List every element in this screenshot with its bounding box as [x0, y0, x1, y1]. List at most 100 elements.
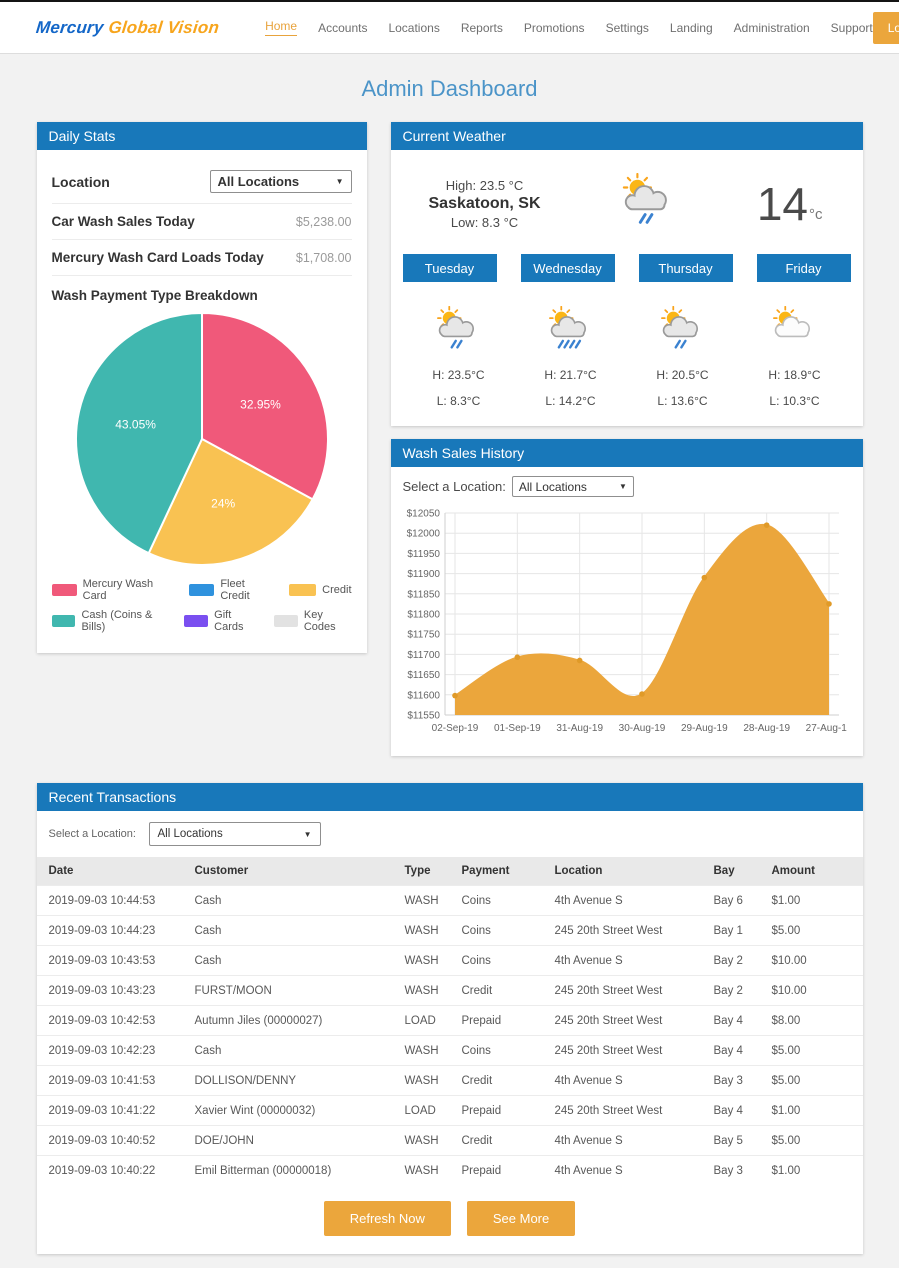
- stat-row-card-loads: Mercury Wash Card Loads Today $1,708.00: [52, 240, 352, 276]
- svg-text:$11900: $11900: [407, 569, 440, 580]
- table-cell: Prepaid: [450, 1096, 543, 1126]
- transactions-table: DateCustomerTypePaymentLocationBayAmount…: [37, 857, 863, 1185]
- nav-item-locations[interactable]: Locations: [388, 21, 439, 35]
- table-row: 2019-09-03 10:42:23CashWASHCoins245 20th…: [37, 1036, 863, 1066]
- table-cell: WASH: [393, 916, 450, 946]
- nav-item-settings[interactable]: Settings: [606, 21, 649, 35]
- recent-transactions-panel: Recent Transactions Select a Location: A…: [37, 783, 863, 1254]
- forecast-day-button-friday[interactable]: Friday: [757, 254, 851, 282]
- legend-item: Fleet Credit: [189, 578, 273, 602]
- table-cell: Coins: [450, 946, 543, 976]
- nav-item-accounts[interactable]: Accounts: [318, 21, 367, 35]
- forecast-cell-thursday: H: 20.5°C L: 13.6°C: [627, 296, 739, 408]
- svg-text:$11650: $11650: [407, 670, 440, 681]
- nav-item-reports[interactable]: Reports: [461, 21, 503, 35]
- sun-rain-cloud-icon: [627, 302, 739, 358]
- nav-item-administration[interactable]: Administration: [734, 21, 810, 35]
- nav-item-landing[interactable]: Landing: [670, 21, 713, 35]
- refresh-now-button[interactable]: Refresh Now: [324, 1201, 451, 1236]
- forecast-day-button-wednesday[interactable]: Wednesday: [521, 254, 615, 282]
- sales-history-header: Wash Sales History: [391, 439, 863, 467]
- table-cell: Bay 4: [702, 1006, 760, 1036]
- current-weather-panel: Current Weather High: 23.5 °C Saskatoon,…: [391, 122, 863, 426]
- see-more-button[interactable]: See More: [467, 1201, 575, 1236]
- stat-value: $5,238.00: [296, 215, 352, 229]
- svg-text:27-Aug-19: 27-Aug-19: [805, 723, 846, 734]
- breakdown-title: Wash Payment Type Breakdown: [52, 288, 352, 303]
- table-cell: FURST/MOON: [183, 976, 393, 1006]
- svg-text:$11550: $11550: [407, 711, 440, 722]
- chevron-down-icon: ▼: [304, 830, 312, 839]
- transactions-location-select[interactable]: All Locations ▼: [149, 822, 321, 846]
- legend-item: Gift Cards: [184, 609, 258, 633]
- table-row: 2019-09-03 10:44:23CashWASHCoins245 20th…: [37, 916, 863, 946]
- table-cell: 4th Avenue S: [543, 1066, 702, 1096]
- logout-button[interactable]: Logout: [873, 12, 899, 44]
- table-cell: 245 20th Street West: [543, 1036, 702, 1066]
- brand-logo-part2: Global Vision: [103, 18, 221, 37]
- stat-row-wash-sales: Car Wash Sales Today $5,238.00: [52, 204, 352, 240]
- table-cell: Xavier Wint (00000032): [183, 1096, 393, 1126]
- table-cell: 2019-09-03 10:42:23: [37, 1036, 183, 1066]
- brand-logo-part1: Mercury: [35, 18, 105, 37]
- main-content: Admin Dashboard Daily Stats Location All…: [37, 76, 863, 1254]
- table-cell: Coins: [450, 886, 543, 916]
- table-cell: $1.00: [760, 1096, 863, 1126]
- weather-header: Current Weather: [391, 122, 863, 150]
- table-row: 2019-09-03 10:40:52DOE/JOHNWASHCredit4th…: [37, 1126, 863, 1156]
- svg-text:$11700: $11700: [407, 650, 440, 661]
- table-cell: LOAD: [393, 1096, 450, 1126]
- daily-location-select[interactable]: All Locations ▼: [210, 170, 352, 193]
- legend-item: Mercury Wash Card: [52, 578, 174, 602]
- legend-item: Cash (Coins & Bills): [52, 609, 169, 633]
- sales-location-select[interactable]: All Locations ▼: [512, 476, 634, 497]
- table-cell: $10.00: [760, 976, 863, 1006]
- current-low: Low: 8.3 °C: [429, 215, 541, 230]
- table-cell: Autumn Jiles (00000027): [183, 1006, 393, 1036]
- table-cell: 2019-09-03 10:44:53: [37, 886, 183, 916]
- table-cell: Emil Bitterman (00000018): [183, 1156, 393, 1186]
- forecast-high: H: 18.9°C: [739, 368, 851, 382]
- location-label: Location: [52, 174, 110, 190]
- nav-item-support[interactable]: Support: [831, 21, 873, 35]
- sun-cloud-icon: [739, 302, 851, 358]
- table-cell: Prepaid: [450, 1006, 543, 1036]
- table-cell: Bay 2: [702, 976, 760, 1006]
- svg-text:28-Aug-19: 28-Aug-19: [743, 723, 790, 734]
- table-cell: LOAD: [393, 1006, 450, 1036]
- svg-text:$11800: $11800: [407, 610, 440, 621]
- column-header-bay: Bay: [702, 857, 760, 886]
- table-cell: Cash: [183, 916, 393, 946]
- table-cell: WASH: [393, 1126, 450, 1156]
- table-cell: $1.00: [760, 1156, 863, 1186]
- table-cell: $5.00: [760, 1066, 863, 1096]
- nav-item-promotions[interactable]: Promotions: [524, 21, 585, 35]
- legend-swatch: [289, 584, 316, 596]
- forecast-cell-tuesday: H: 23.5°C L: 8.3°C: [403, 296, 515, 408]
- forecast-day-button-tuesday[interactable]: Tuesday: [403, 254, 497, 282]
- svg-text:$11850: $11850: [407, 589, 440, 600]
- pie-legend: Mercury Wash CardFleet CreditCreditCash …: [52, 578, 352, 633]
- table-row: 2019-09-03 10:41:53DOLLISON/DENNYWASHCre…: [37, 1066, 863, 1096]
- current-temp-unit: °c: [809, 207, 823, 222]
- table-row: 2019-09-03 10:43:23FURST/MOONWASHCredit2…: [37, 976, 863, 1006]
- forecast-cells: H: 23.5°C L: 8.3°C H: 21.7°C L: 14.2°C H…: [403, 296, 851, 408]
- nav-item-home[interactable]: Home: [265, 19, 297, 36]
- table-cell: 2019-09-03 10:40:52: [37, 1126, 183, 1156]
- forecast-cell-friday: H: 18.9°C L: 10.3°C: [739, 296, 851, 408]
- table-cell: WASH: [393, 1066, 450, 1096]
- forecast-day-buttons: Tuesday Wednesday Thursday Friday: [403, 254, 851, 282]
- table-cell: DOE/JOHN: [183, 1126, 393, 1156]
- chevron-down-icon: ▼: [336, 177, 344, 186]
- transactions-location-select-value: All Locations: [158, 828, 223, 840]
- forecast-day-button-thursday[interactable]: Thursday: [639, 254, 733, 282]
- svg-text:43.05%: 43.05%: [115, 417, 156, 431]
- location-row: Location All Locations ▼: [52, 160, 352, 204]
- stat-label: Mercury Wash Card Loads Today: [52, 250, 264, 265]
- nav-menu: Home Accounts Locations Reports Promotions Se…: [265, 19, 873, 36]
- brand-logo[interactable]: Mercury Global Vision: [35, 18, 220, 38]
- forecast-cell-wednesday: H: 21.7°C L: 14.2°C: [515, 296, 627, 408]
- column-header-amount: Amount: [760, 857, 863, 886]
- column-header-payment: Payment: [450, 857, 543, 886]
- svg-text:29-Aug-19: 29-Aug-19: [680, 723, 727, 734]
